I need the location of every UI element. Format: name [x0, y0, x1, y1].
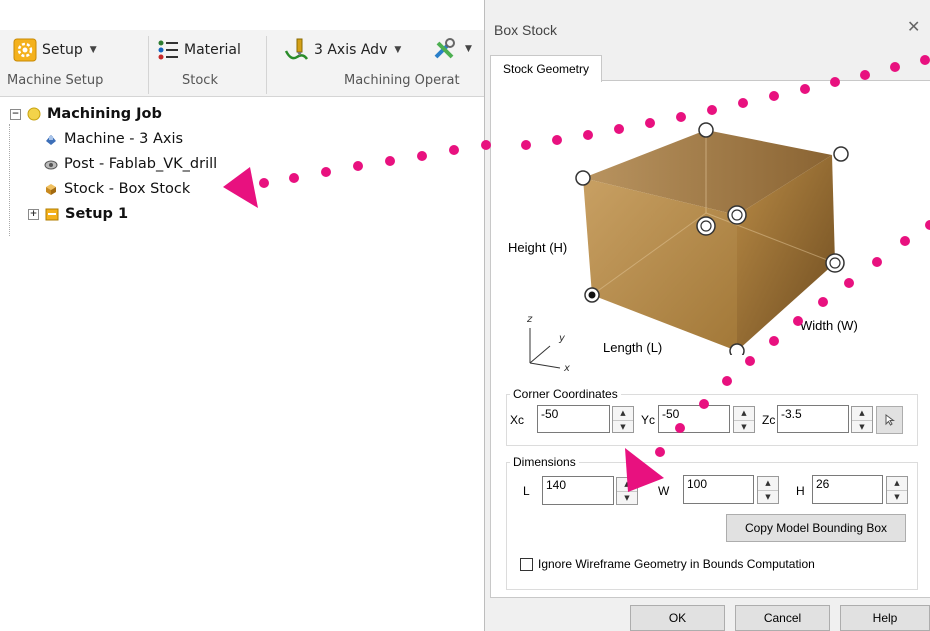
annotation-dotted-arrow-top	[223, 55, 930, 208]
annotation-dotted-arrow-bottom	[625, 220, 930, 492]
annotation-overlay	[223, 55, 930, 492]
arrowhead-icon	[223, 167, 258, 208]
